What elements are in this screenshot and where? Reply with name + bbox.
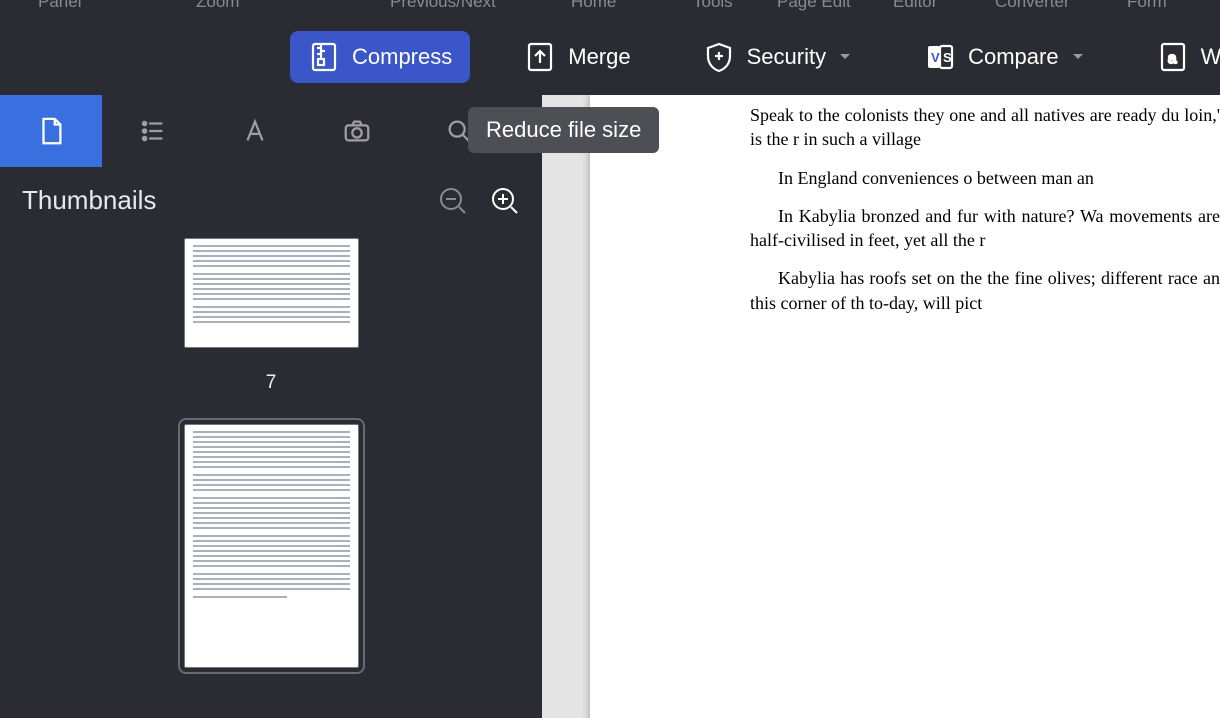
svg-text:S: S — [943, 50, 952, 65]
tooltip: Reduce file size — [468, 107, 659, 153]
watermark-label: Wate — [1201, 44, 1220, 70]
menu-converter[interactable]: Converter — [995, 0, 1070, 12]
menu-tools[interactable]: Tools — [693, 0, 733, 12]
doc-paragraph: In England conveniences o between man an — [750, 166, 1220, 190]
compress-label: Compress — [352, 44, 452, 70]
compare-icon: V S — [924, 41, 956, 73]
compare-label: Compare — [968, 44, 1058, 70]
menu-panel[interactable]: Panel — [38, 0, 81, 12]
chevron-down-icon — [838, 50, 852, 64]
svg-text:V: V — [931, 50, 940, 65]
chevron-down-icon — [1071, 50, 1085, 64]
merge-label: Merge — [568, 44, 630, 70]
security-label: Security — [747, 44, 826, 70]
menu-home[interactable]: Home — [571, 0, 616, 12]
compress-icon — [308, 41, 340, 73]
document-page: Speak to the colonists they one and all … — [590, 95, 1220, 718]
page-icon — [36, 116, 66, 146]
tab-snapshot[interactable] — [306, 95, 408, 167]
sidebar-tabs — [0, 95, 542, 167]
zoom-in-icon — [490, 186, 520, 216]
svg-text:a: a — [1168, 50, 1177, 67]
sidebar: Thumbnails — [0, 95, 542, 718]
zoom-out-icon — [438, 186, 468, 216]
thumbnail-list[interactable]: 7 — [0, 238, 542, 718]
menu-form[interactable]: Form — [1127, 0, 1167, 12]
menu-editor[interactable]: Editor — [893, 0, 937, 12]
doc-paragraph: Speak to the colonists they one and all … — [750, 103, 1220, 152]
document-viewer[interactable]: Speak to the colonists they one and all … — [542, 95, 1220, 718]
watermark-icon: a — [1157, 41, 1189, 73]
menu-pageedit[interactable]: Page Edit — [777, 0, 851, 12]
camera-icon — [342, 116, 372, 146]
page-thumbnail[interactable] — [184, 424, 359, 668]
tab-thumbnails[interactable] — [0, 95, 102, 167]
zoom-in-button[interactable] — [490, 186, 520, 216]
sidebar-title: Thumbnails — [22, 185, 156, 216]
merge-icon — [524, 41, 556, 73]
list-icon — [138, 116, 168, 146]
page-number-label: 7 — [266, 372, 277, 394]
page-thumbnail[interactable] — [184, 238, 359, 348]
tab-annotations[interactable] — [204, 95, 306, 167]
compare-button[interactable]: V S Compare — [906, 31, 1102, 83]
shield-icon — [703, 41, 735, 73]
security-button[interactable]: Security — [685, 31, 870, 83]
menu-zoom[interactable]: Zoom — [196, 0, 239, 12]
tab-outline[interactable] — [102, 95, 204, 167]
zoom-out-button[interactable] — [438, 186, 468, 216]
text-icon — [240, 116, 270, 146]
toolbar: Compress Merge Security V S — [0, 18, 1220, 95]
compress-button[interactable]: Compress — [290, 31, 470, 83]
menu-prevnext[interactable]: Previous/Next — [390, 0, 496, 12]
doc-paragraph: In Kabylia bronzed and fur with nature? … — [750, 204, 1220, 253]
watermark-button[interactable]: a Wate — [1139, 31, 1220, 83]
top-menu: Panel Zoom Previous/Next Home Tools Page… — [0, 0, 1220, 18]
doc-paragraph: Kabylia has roofs set on the the fine ol… — [750, 266, 1220, 315]
merge-button[interactable]: Merge — [506, 31, 648, 83]
